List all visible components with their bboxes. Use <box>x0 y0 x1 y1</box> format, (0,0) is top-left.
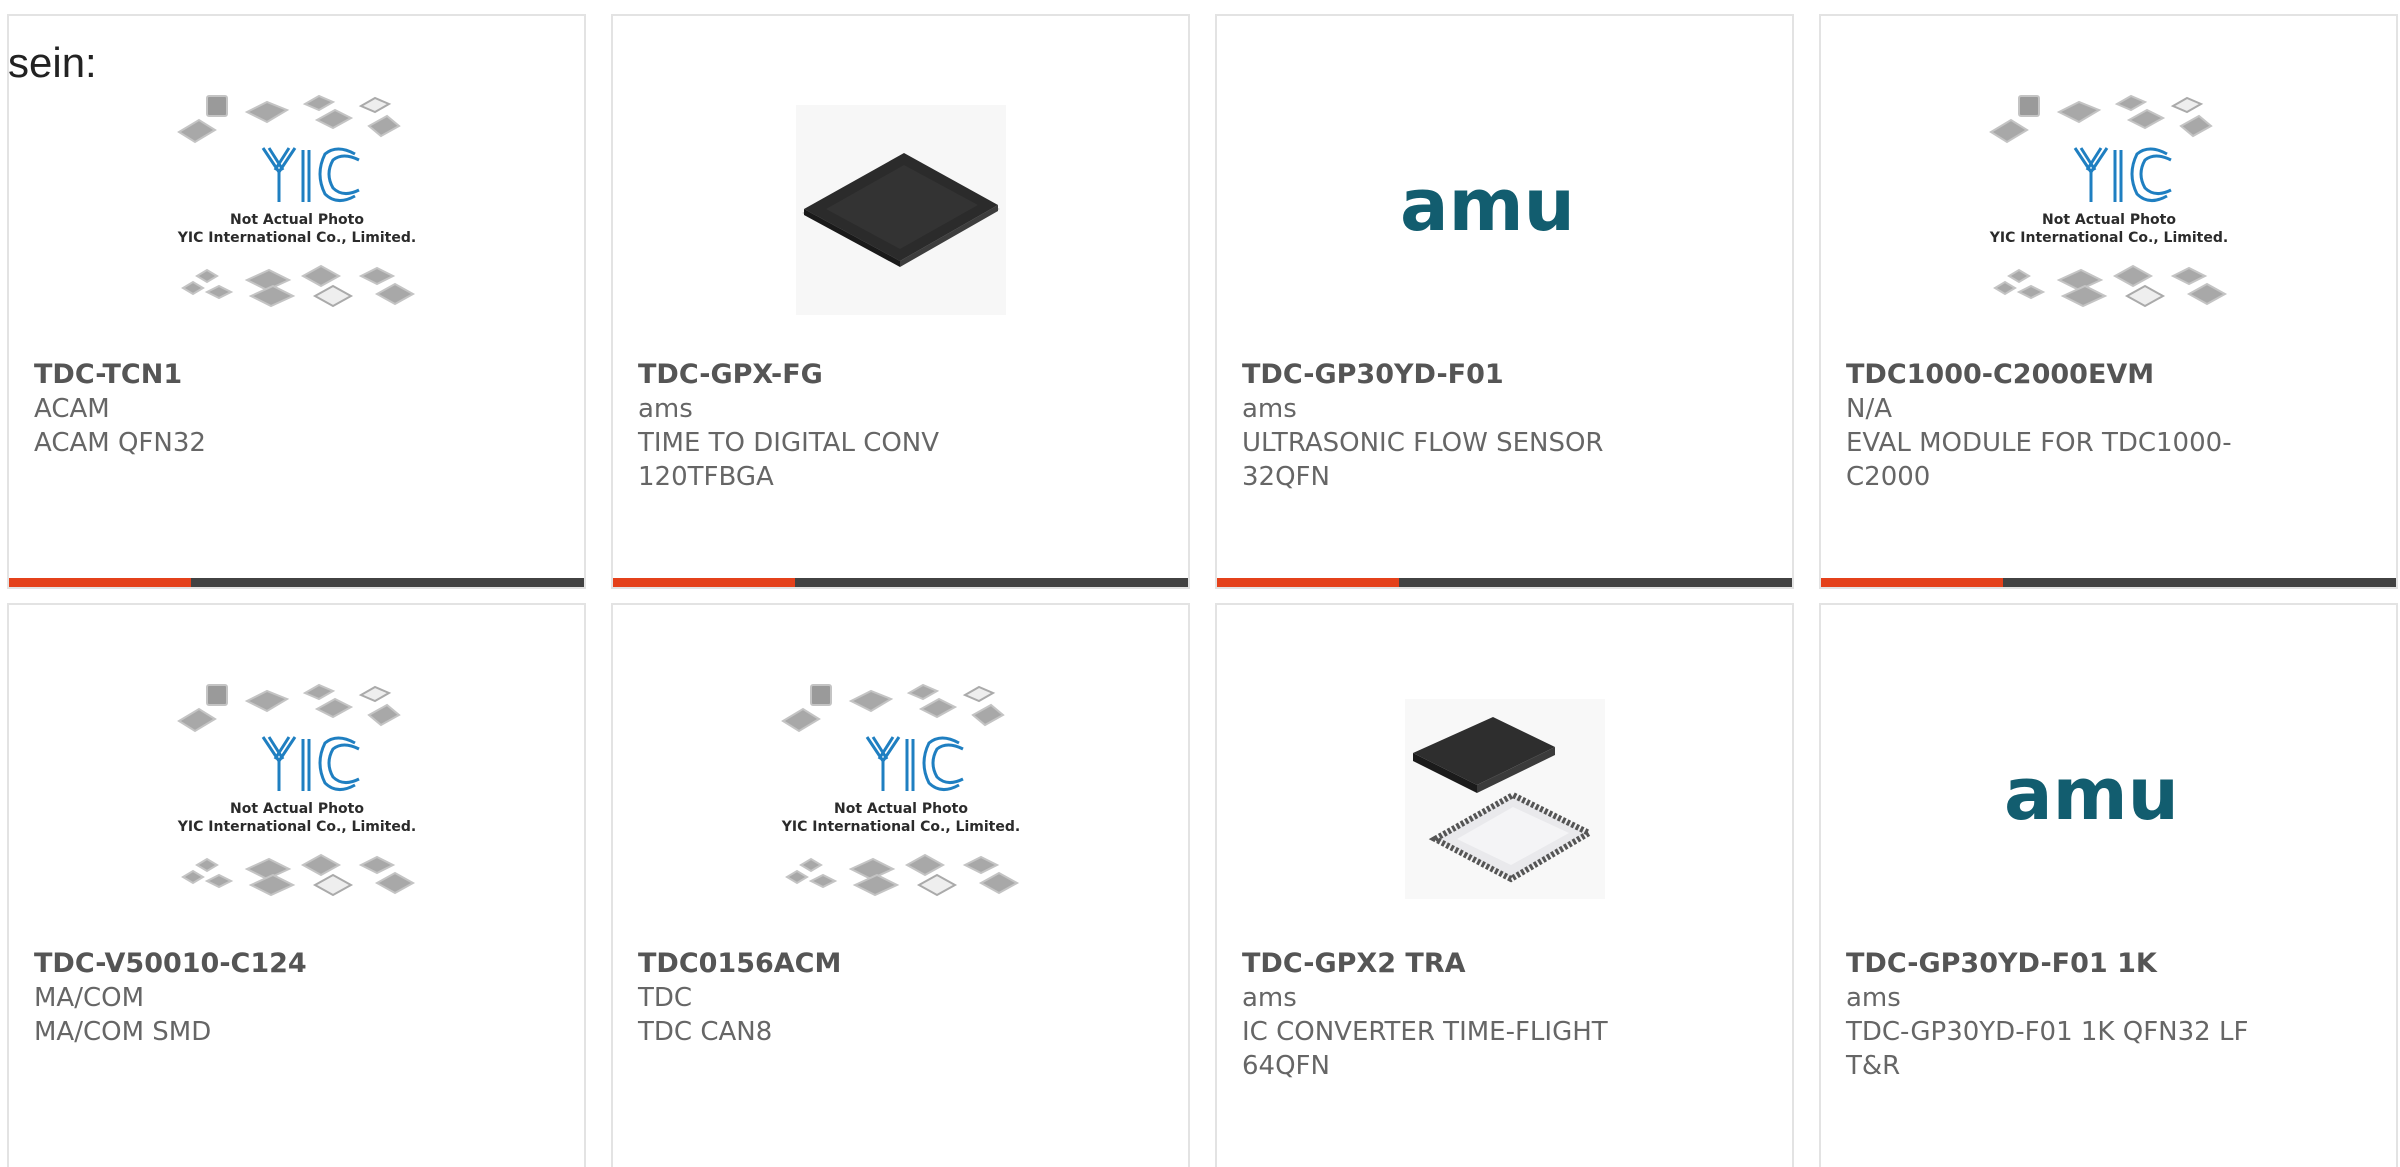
manufacturer: TDC <box>638 983 693 1013</box>
intro-text: sein: <box>8 39 97 86</box>
product-card[interactable]: Not Actual Photo YIC International Co., … <box>1819 14 2398 589</box>
description: TIME TO DIGITAL CONV 120TFBGA <box>638 428 940 492</box>
card-bar-accent <box>9 578 191 587</box>
product-card[interactable]: Not Actual Photo YIC International Co., … <box>7 14 586 589</box>
description: IC CONVERTER TIME-FLIGHT 64QFN <box>1242 1017 1608 1081</box>
part-number[interactable]: TDC-V50010-C124 <box>34 947 554 981</box>
card-bar-accent <box>1217 578 1399 587</box>
svg-text:amu: amu <box>2004 759 2179 836</box>
card-bottom-bar <box>9 578 584 587</box>
svg-text:Not Actual Photo: Not Actual Photo <box>230 212 364 228</box>
part-number[interactable]: TDC-GP30YD-F01 1K <box>1846 947 2366 981</box>
svg-text:YIC International Co., Limited: YIC International Co., Limited. <box>1989 230 2228 246</box>
manufacturer: ACAM <box>34 394 110 424</box>
ams-logo: amu <box>1217 60 1792 360</box>
svg-text:amu: amu <box>1400 170 1575 247</box>
manufacturer: ams <box>638 394 693 424</box>
yic-placeholder-image: Not Actual Photo YIC International Co., … <box>1821 60 2396 360</box>
qfn-chip-photo <box>1217 649 1792 949</box>
svg-text:YIC International Co., Limited: YIC International Co., Limited. <box>781 819 1020 835</box>
svg-text:YIC International Co., Limited: YIC International Co., Limited. <box>177 230 416 246</box>
chip-photo <box>613 60 1188 360</box>
product-grid: Not Actual Photo YIC International Co., … <box>0 0 2400 1167</box>
card-bar-accent <box>613 578 795 587</box>
yic-placeholder-image: Not Actual Photo YIC International Co., … <box>9 649 584 949</box>
manufacturer: ams <box>1846 983 1901 1013</box>
manufacturer: N/A <box>1846 394 1892 424</box>
description: MA/COM SMD <box>34 1017 212 1047</box>
part-number[interactable]: TDC-TCN1 <box>34 358 554 392</box>
product-card[interactable]: amu TDC-GP30YD-F01 ams ULTRASONIC FLOW S… <box>1215 14 1794 589</box>
manufacturer: ams <box>1242 983 1297 1013</box>
card-bottom-bar <box>613 578 1188 587</box>
card-bottom-bar <box>1217 578 1792 587</box>
card-bottom-bar <box>1821 578 2396 587</box>
page: sein: Not Actual Photo YIC International… <box>0 0 2400 1167</box>
svg-text:Not Actual Photo: Not Actual Photo <box>230 801 364 817</box>
part-number[interactable]: TDC-GPX2 TRA <box>1242 947 1762 981</box>
product-card[interactable]: TDC-GPX2 TRA ams IC CONVERTER TIME-FLIGH… <box>1215 603 1794 1167</box>
part-number[interactable]: TDC0156ACM <box>638 947 1158 981</box>
description: ACAM QFN32 <box>34 428 206 458</box>
product-card[interactable]: Not Actual Photo YIC International Co., … <box>7 603 586 1167</box>
description: EVAL MODULE FOR TDC1000-C2000 <box>1846 428 2232 492</box>
description: ULTRASONIC FLOW SENSOR 32QFN <box>1242 428 1604 492</box>
svg-text:Not Actual Photo: Not Actual Photo <box>2042 212 2176 228</box>
ams-logo: amu <box>1821 649 2396 949</box>
yic-placeholder-image: Not Actual Photo YIC International Co., … <box>613 649 1188 949</box>
part-number[interactable]: TDC1000-C2000EVM <box>1846 358 2366 392</box>
yic-placeholder-image: Not Actual Photo YIC International Co., … <box>9 60 584 360</box>
product-card[interactable]: TDC-GPX-FG ams TIME TO DIGITAL CONV 120T… <box>611 14 1190 589</box>
svg-text:YIC International Co., Limited: YIC International Co., Limited. <box>177 819 416 835</box>
manufacturer: MA/COM <box>34 983 145 1013</box>
product-card[interactable]: amu TDC-GP30YD-F01 1K ams TDC-GP30YD-F01… <box>1819 603 2398 1167</box>
part-number[interactable]: TDC-GPX-FG <box>638 358 1158 392</box>
card-bar-accent <box>1821 578 2003 587</box>
part-number[interactable]: TDC-GP30YD-F01 <box>1242 358 1762 392</box>
product-card[interactable]: Not Actual Photo YIC International Co., … <box>611 603 1190 1167</box>
svg-text:Not Actual Photo: Not Actual Photo <box>834 801 968 817</box>
manufacturer: ams <box>1242 394 1297 424</box>
description: TDC CAN8 <box>638 1017 773 1047</box>
description: TDC-GP30YD-F01 1K QFN32 LF T&R <box>1846 1017 2249 1081</box>
